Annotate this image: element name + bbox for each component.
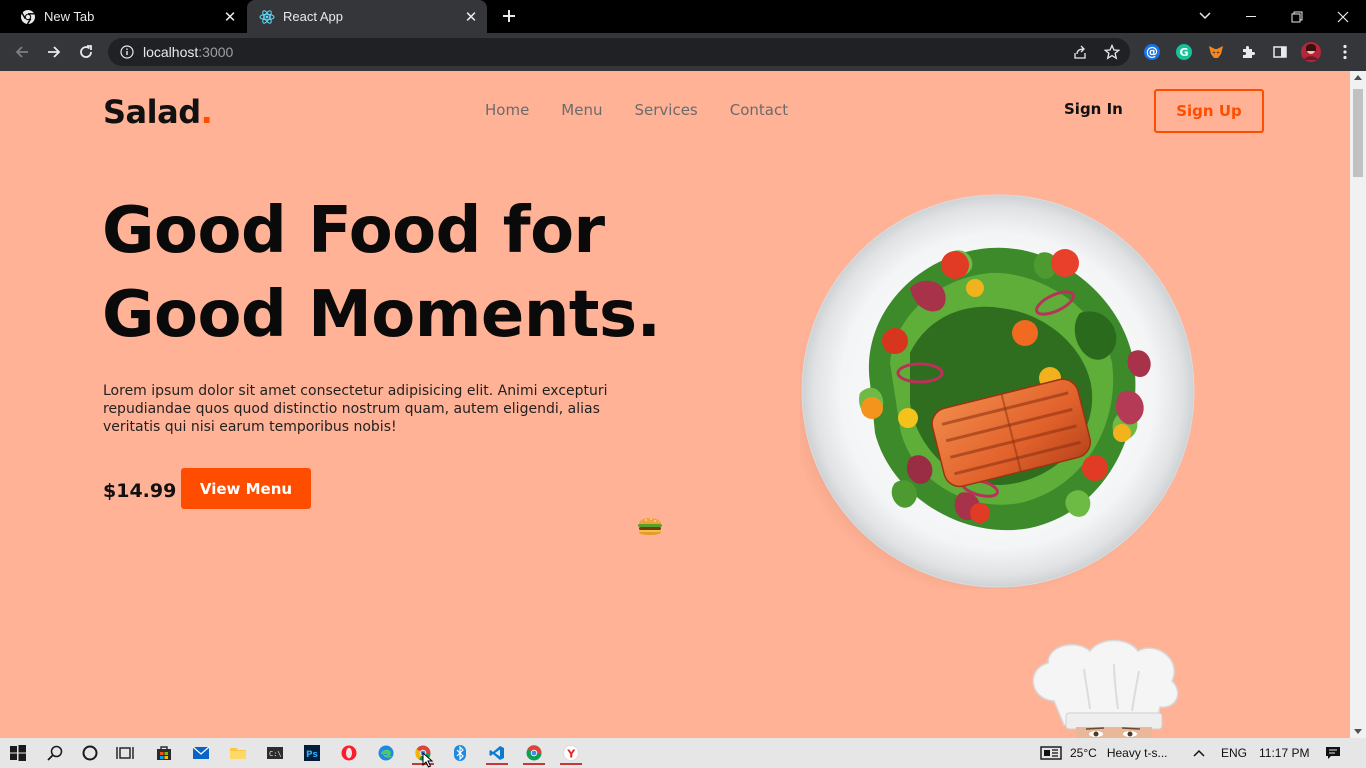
news-icon	[1040, 746, 1062, 760]
opera-icon[interactable]	[334, 741, 364, 765]
site-logo[interactable]: Salad.	[103, 93, 213, 131]
chef-image	[1024, 639, 1184, 738]
price-label: $14.99	[103, 480, 177, 502]
mouse-cursor-icon	[422, 751, 434, 768]
browser-toolbar: localhost:3000 @ G	[0, 33, 1366, 71]
svg-text:G: G	[1179, 46, 1188, 59]
sign-in-link[interactable]: Sign In	[1064, 100, 1123, 118]
nav-menu[interactable]: Menu	[561, 101, 602, 119]
task-view-icon[interactable]	[110, 741, 140, 765]
active-indicator	[486, 763, 508, 765]
sign-up-button[interactable]: Sign Up	[1154, 89, 1264, 133]
forward-arrow-icon[interactable]	[40, 38, 68, 66]
scroll-down-arrow-icon[interactable]	[1354, 729, 1362, 734]
nav-home[interactable]: Home	[485, 101, 529, 119]
url-text: localhost:3000	[143, 44, 233, 60]
metamask-fox-icon[interactable]	[1203, 39, 1229, 65]
store-bag-icon[interactable]	[149, 741, 179, 765]
more-menu-icon[interactable]	[1332, 39, 1358, 65]
yandex-icon[interactable]: Y	[556, 741, 586, 765]
burger-icon	[636, 513, 664, 539]
window-controls	[1228, 0, 1366, 33]
chrome-dev-icon[interactable]	[519, 741, 549, 765]
weather-widget[interactable]: 25°C Heavy t-s...	[1040, 738, 1168, 768]
terminal-icon[interactable]: C:\	[260, 741, 290, 765]
active-indicator	[560, 763, 582, 765]
chrome-icon	[20, 9, 36, 25]
web-page: Salad. Home Menu Services Contact Sign I…	[0, 71, 1350, 738]
tab-react-app[interactable]: React App ✕	[247, 0, 487, 33]
windows-start-icon[interactable]	[3, 741, 33, 765]
vscode-icon[interactable]	[482, 741, 512, 765]
close-icon[interactable]: ✕	[459, 5, 483, 29]
scrollbar-thumb[interactable]	[1353, 89, 1363, 177]
react-icon	[259, 9, 275, 25]
share-icon[interactable]	[1066, 38, 1094, 66]
star-icon[interactable]	[1098, 38, 1126, 66]
cortana-icon[interactable]	[75, 741, 105, 765]
nav-contact[interactable]: Contact	[730, 101, 788, 119]
mail-icon[interactable]	[186, 741, 216, 765]
svg-text:Y: Y	[566, 748, 576, 761]
page-scrollbar[interactable]	[1350, 71, 1366, 738]
chevron-up-icon[interactable]	[1193, 738, 1205, 768]
main-nav: Home Menu Services Contact	[485, 101, 788, 119]
scroll-up-arrow-icon[interactable]	[1354, 75, 1362, 80]
close-window-icon[interactable]	[1320, 0, 1366, 33]
nav-services[interactable]: Services	[634, 101, 697, 119]
language-indicator[interactable]: ENG	[1221, 738, 1247, 768]
hero-title-line-1: Good Food for	[102, 194, 605, 268]
weather-description: Heavy t-s...	[1106, 746, 1168, 760]
tab-new-tab[interactable]: New Tab ✕	[0, 0, 246, 33]
view-menu-button[interactable]: View Menu	[181, 468, 311, 509]
clock[interactable]: 11:17 PM	[1259, 738, 1309, 768]
restore-icon[interactable]	[1274, 0, 1320, 33]
minimize-icon[interactable]	[1228, 0, 1274, 33]
windows-taskbar: C:\ Ps Y 25°C Heavy t-s... ENG 11:17 PM	[0, 738, 1366, 768]
logo-dot: .	[200, 93, 213, 131]
weather-temp: 25°C	[1070, 746, 1097, 760]
hero-title: Good Food for Good Moments.	[102, 189, 661, 357]
svg-text:@: @	[1146, 45, 1158, 59]
file-explorer-icon[interactable]	[223, 741, 253, 765]
svg-text:C:\: C:\	[269, 750, 282, 758]
address-bar[interactable]: localhost:3000	[108, 38, 1130, 66]
hero-description: Lorem ipsum dolor sit amet consectetur a…	[103, 383, 608, 435]
back-arrow-icon[interactable]	[8, 38, 36, 66]
info-icon[interactable]	[119, 44, 135, 60]
reload-icon[interactable]	[72, 38, 100, 66]
grammarly-icon[interactable]: G	[1171, 39, 1197, 65]
search-icon[interactable]	[40, 741, 70, 765]
chevron-down-icon[interactable]	[1193, 4, 1217, 28]
photoshop-icon[interactable]: Ps	[297, 741, 327, 765]
url-host: localhost	[143, 44, 199, 60]
notification-icon[interactable]	[1325, 738, 1341, 768]
url-port: :3000	[198, 44, 234, 60]
logo-text: Salad	[103, 93, 201, 131]
profile-avatar[interactable]	[1298, 39, 1324, 65]
bluetooth-icon[interactable]	[445, 741, 475, 765]
side-panel-icon[interactable]	[1267, 39, 1293, 65]
at-sign-extension-icon[interactable]: @	[1139, 39, 1165, 65]
svg-text:Ps: Ps	[306, 750, 318, 760]
new-tab-plus-icon[interactable]	[497, 4, 521, 28]
active-indicator	[523, 763, 545, 765]
close-icon[interactable]: ✕	[218, 5, 242, 29]
hero-title-line-2: Good Moments.	[102, 278, 661, 352]
tab-title: React App	[283, 9, 343, 24]
edge-icon[interactable]	[371, 741, 401, 765]
browser-tab-strip: New Tab ✕ React App ✕	[0, 0, 1366, 33]
puzzle-extensions-icon[interactable]	[1235, 39, 1261, 65]
salad-plate-image	[790, 193, 1196, 597]
tab-title: New Tab	[44, 9, 95, 24]
